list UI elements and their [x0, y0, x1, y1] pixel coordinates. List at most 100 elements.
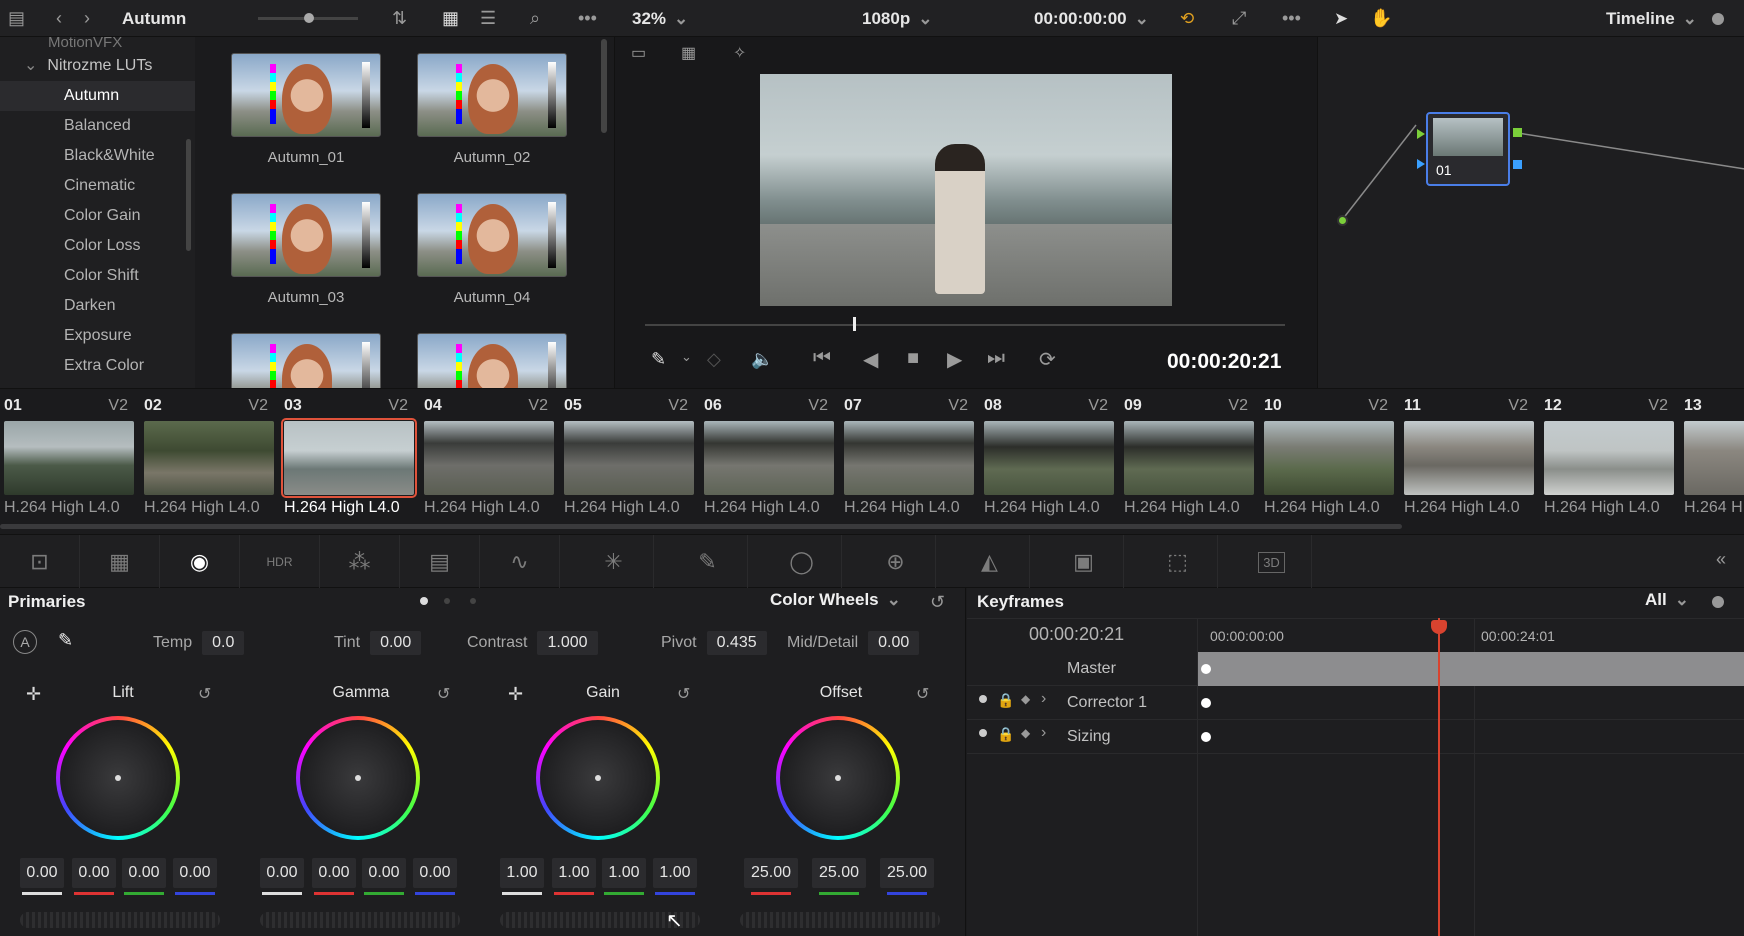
clip-item[interactable]: 07 V2 H.264 High L4.0: [840, 389, 980, 535]
keyframe-marker[interactable]: [1201, 732, 1211, 742]
gain-r[interactable]: 1.00: [552, 858, 596, 888]
clip-item[interactable]: 01 V2 H.264 High L4.0: [0, 389, 140, 535]
lut-item[interactable]: Color Gain: [0, 201, 195, 231]
gallery-scrollbar[interactable]: [601, 39, 607, 133]
lift-y[interactable]: 0.00: [20, 858, 64, 888]
options-dot-icon[interactable]: [1712, 13, 1724, 25]
lut-item[interactable]: Color Shift: [0, 261, 195, 291]
skip-to-end-icon[interactable]: ⏭: [987, 347, 1005, 370]
lut-card[interactable]: Autumn_01: [231, 53, 381, 166]
pointer-tool-icon[interactable]: ➤: [1334, 0, 1348, 37]
tint-value[interactable]: 0.00: [370, 631, 422, 655]
reset-icon[interactable]: ↺: [677, 684, 690, 704]
motion-effects-icon[interactable]: ▤: [400, 535, 480, 589]
clip-strip-scrollbar[interactable]: [0, 524, 1402, 529]
3d-icon[interactable]: 3D: [1232, 535, 1312, 589]
volume-icon[interactable]: 🔈: [751, 349, 773, 370]
lock-icon[interactable]: 🔒: [997, 692, 1014, 709]
panel-toggle-icon[interactable]: ▤: [8, 0, 25, 37]
lift-b[interactable]: 0.00: [173, 858, 217, 888]
offset-b[interactable]: 25.00: [880, 858, 934, 888]
lut-folder[interactable]: ⌄ Nitrozme LUTs: [0, 51, 195, 81]
color-sync-icon[interactable]: ⟲: [1180, 0, 1194, 37]
slider-knob[interactable]: [304, 13, 314, 23]
enable-dot-icon[interactable]: [979, 729, 987, 737]
blur-icon[interactable]: ◭: [950, 535, 1030, 589]
forward-arrow-icon[interactable]: ›: [84, 0, 90, 37]
keyframe-playhead-handle[interactable]: [1431, 620, 1447, 634]
white-balance-picker-icon[interactable]: ✎: [58, 630, 73, 651]
enable-dot-icon[interactable]: [979, 695, 987, 703]
step-back-icon[interactable]: ◀: [863, 347, 878, 372]
eyedropper-icon[interactable]: ✎: [651, 349, 666, 370]
gamma-g[interactable]: 0.00: [362, 858, 406, 888]
rgb-mixer-icon[interactable]: ⁂: [320, 535, 400, 589]
offset-wheel[interactable]: [776, 716, 900, 840]
clip-item[interactable]: 10 V2 H.264 High L4.0: [1260, 389, 1400, 535]
lut-item[interactable]: Exposure: [0, 321, 195, 351]
clip-item[interactable]: 04 V2 H.264 High L4.0: [420, 389, 560, 535]
search-icon[interactable]: ⌕: [530, 0, 540, 37]
lift-r[interactable]: 0.00: [72, 858, 116, 888]
wheel-center-dot[interactable]: [355, 775, 361, 781]
offset-r[interactable]: 25.00: [744, 858, 798, 888]
timeline-dropdown[interactable]: Timeline ⌄: [1606, 0, 1697, 37]
play-icon[interactable]: ▶: [947, 347, 962, 372]
lift-g[interactable]: 0.00: [122, 858, 166, 888]
lut-item[interactable]: Color Loss: [0, 231, 195, 261]
more-options-icon[interactable]: •••: [578, 0, 597, 37]
contrast-value[interactable]: 1.000: [537, 631, 598, 655]
gain-y[interactable]: 1.00: [500, 858, 544, 888]
gain-g[interactable]: 1.00: [602, 858, 646, 888]
clip-item[interactable]: 11 V2 H.264 High L4.0: [1400, 389, 1540, 535]
camera-raw-icon[interactable]: ⊡: [0, 535, 80, 589]
sort-icon[interactable]: ⇅: [392, 0, 407, 37]
keyframe-row-sizing[interactable]: 🔒 ◆ › Sizing: [967, 720, 1744, 754]
back-arrow-icon[interactable]: ‹: [56, 0, 62, 37]
collapse-panel-icon[interactable]: «: [1716, 549, 1726, 570]
reset-icon[interactable]: ↺: [437, 684, 450, 704]
viewer-scrubber[interactable]: [645, 324, 1285, 326]
layers-icon[interactable]: ◇: [707, 349, 721, 370]
crosshair-icon[interactable]: ✛: [26, 684, 41, 705]
gamma-master-wheel[interactable]: [260, 912, 460, 928]
lut-item[interactable]: Autumn: [0, 81, 195, 111]
hdr-wheels-icon[interactable]: HDR: [240, 535, 320, 589]
thumbnail-size-slider[interactable]: [258, 13, 358, 23]
node-input-green-icon[interactable]: [1417, 129, 1425, 139]
loop-icon[interactable]: ⟳: [1039, 347, 1056, 372]
playhead-marker[interactable]: [853, 317, 856, 331]
tracker-icon[interactable]: ⊕: [856, 535, 936, 589]
clip-item[interactable]: 09 V2 H.264 High L4.0: [1120, 389, 1260, 535]
clip-item[interactable]: 02 V2 H.264 High L4.0: [140, 389, 280, 535]
lut-card[interactable]: Autumn_02: [417, 53, 567, 166]
qualifier-icon[interactable]: ✎: [668, 535, 748, 589]
color-wheels-icon[interactable]: ◉: [160, 535, 240, 589]
reset-icon[interactable]: ↺: [916, 684, 929, 704]
curves-icon[interactable]: ∿: [480, 535, 560, 589]
hand-tool-icon[interactable]: ✋: [1370, 0, 1392, 37]
gallery-grid-icon[interactable]: ▦: [681, 43, 696, 63]
more-options-icon[interactable]: •••: [1282, 0, 1301, 37]
lut-item[interactable]: Darken: [0, 291, 195, 321]
gamma-b[interactable]: 0.00: [413, 858, 457, 888]
resolution-dropdown[interactable]: 1080p ⌄: [862, 0, 932, 37]
gain-b[interactable]: 1.00: [653, 858, 697, 888]
pivot-value[interactable]: 0.435: [706, 631, 767, 655]
options-dot-icon[interactable]: [1712, 596, 1724, 608]
lut-list-scrollbar[interactable]: [186, 139, 191, 251]
reset-all-icon[interactable]: ↺: [930, 592, 945, 613]
list-view-icon[interactable]: ☰: [480, 0, 496, 37]
source-node-dot[interactable]: [1337, 215, 1348, 226]
color-warper-icon[interactable]: ✳: [574, 535, 654, 589]
clip-item[interactable]: 06 V2 H.264 High L4.0: [700, 389, 840, 535]
lut-item[interactable]: Black&White: [0, 141, 195, 171]
gain-wheel[interactable]: [536, 716, 660, 840]
lut-item[interactable]: Cinematic: [0, 171, 195, 201]
page-dot[interactable]: [470, 598, 476, 604]
offset-master-wheel[interactable]: [740, 912, 940, 928]
keyframe-marker[interactable]: [1201, 664, 1211, 674]
page-dot-active[interactable]: [420, 597, 428, 605]
diamond-icon[interactable]: ◆: [1021, 692, 1030, 706]
chevron-right-icon[interactable]: ›: [1041, 690, 1046, 708]
